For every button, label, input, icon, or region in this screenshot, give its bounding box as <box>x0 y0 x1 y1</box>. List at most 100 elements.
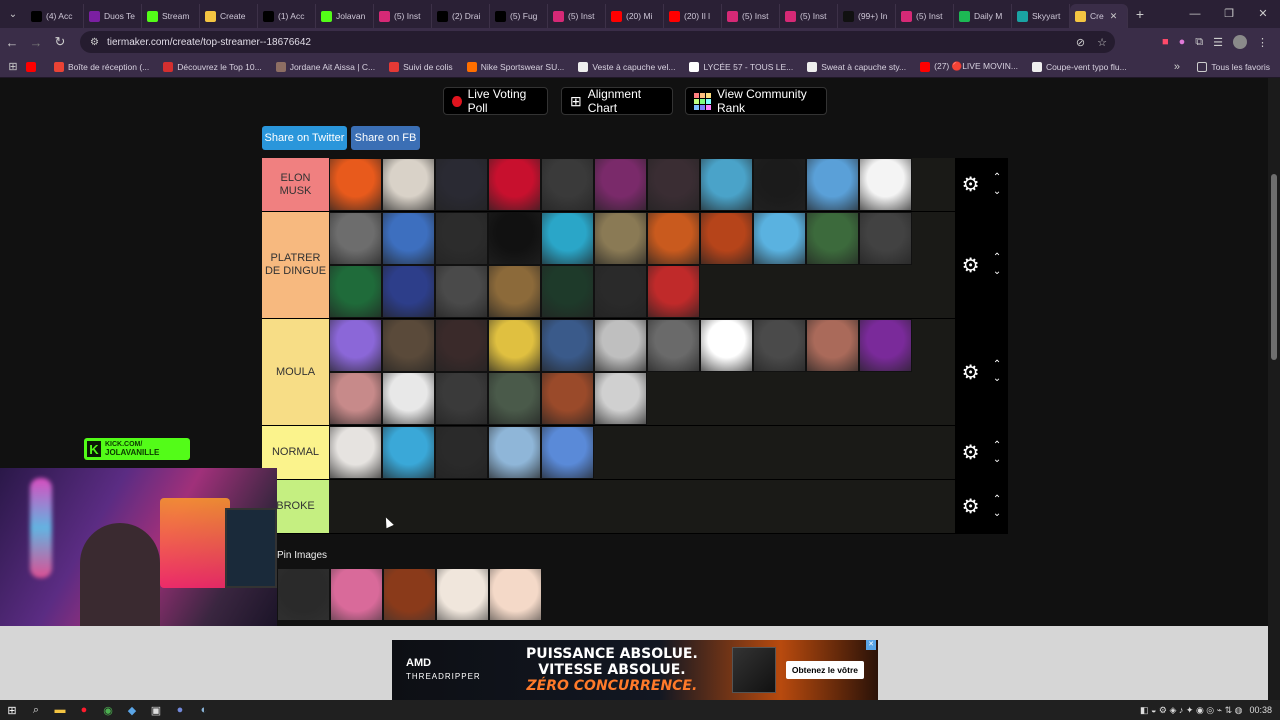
extensions-puzzle-icon[interactable]: ⧉ <box>1195 36 1203 49</box>
browser-tab[interactable]: (20) Mi <box>606 4 664 28</box>
tier-item-image[interactable] <box>329 372 382 425</box>
tab-close-icon[interactable]: ✕ <box>1110 11 1118 22</box>
browser-tab[interactable]: Duos Te <box>84 4 142 28</box>
new-tab-button[interactable]: + <box>1128 6 1152 22</box>
maximize-icon[interactable]: ❐ <box>1212 0 1246 28</box>
tier-item-image[interactable] <box>647 158 700 211</box>
forward-icon[interactable]: → <box>24 35 48 50</box>
bookmark-item[interactable]: Jordane Ait Aissa | C... <box>275 61 375 72</box>
tier-item-image[interactable] <box>488 319 541 372</box>
search-icon[interactable]: ⌕ <box>24 704 48 717</box>
browser-tab[interactable]: (5) Inst <box>374 4 432 28</box>
menu-dots-icon[interactable]: ⋮ <box>1257 36 1268 49</box>
close-window-icon[interactable]: ✕ <box>1246 0 1280 28</box>
ad-close-icon[interactable]: ✕ <box>866 640 876 650</box>
tier-item-image[interactable] <box>859 319 912 372</box>
browser-tab[interactable]: (1) Acc <box>258 4 316 28</box>
extension-red-icon[interactable]: ■ <box>1162 36 1169 48</box>
tier-item-image[interactable] <box>700 319 753 372</box>
tier-item-image[interactable] <box>382 426 435 479</box>
bookmarks-overflow-icon[interactable]: » <box>1174 61 1180 73</box>
tier-label[interactable]: MOULA <box>262 319 329 425</box>
profile-avatar[interactable] <box>1233 35 1247 49</box>
tier-item-image[interactable] <box>488 158 541 211</box>
live-voting-button[interactable]: Live Voting Poll <box>443 87 548 115</box>
bookmark-item[interactable] <box>26 61 40 72</box>
move-down-icon[interactable]: ⌄ <box>993 372 1001 386</box>
share-fb-button[interactable]: Share on FB <box>351 126 420 150</box>
tier-item-image[interactable] <box>700 212 753 265</box>
browser-tab[interactable]: Jolavan <box>316 4 374 28</box>
tier-item-image[interactable] <box>541 158 594 211</box>
terminal-icon[interactable]: ▣ <box>144 704 168 717</box>
pin-image[interactable] <box>436 568 489 621</box>
tier-item-image[interactable] <box>859 212 912 265</box>
amd-advertisement[interactable]: AMD THREADRIPPER PUISSANCE ABSOLUE. VITE… <box>392 640 878 700</box>
site-info-icon[interactable]: ⚙ <box>90 37 99 48</box>
move-down-icon[interactable]: ⌄ <box>993 453 1001 467</box>
browser-tab[interactable]: (5) Inst <box>548 4 606 28</box>
back-icon[interactable]: ← <box>0 35 24 50</box>
tray-icons[interactable]: ◧ ◒ ⚙ ◈ ♪ ✦ ◉ ◎ ⌁ ⇅ ◍ <box>1140 705 1243 716</box>
tier-item-image[interactable] <box>541 319 594 372</box>
tier-item-image[interactable] <box>753 212 806 265</box>
bookmark-star-icon[interactable]: ☆ <box>1097 36 1107 49</box>
tier-item-image[interactable] <box>435 265 488 318</box>
tier-item-image[interactable] <box>541 265 594 318</box>
tier-item-image[interactable] <box>594 372 647 425</box>
tab-search-icon[interactable]: ⌄ <box>0 0 26 28</box>
bookmark-item[interactable]: LYCÉE 57 - TOUS LE... <box>689 61 793 72</box>
tier-item-image[interactable] <box>329 158 382 211</box>
tier-item-image[interactable] <box>594 265 647 318</box>
opera-icon[interactable]: ● <box>72 704 96 716</box>
clock[interactable]: 00:38 <box>1249 705 1272 715</box>
tier-item-image[interactable] <box>435 426 488 479</box>
tier-item-image[interactable] <box>541 426 594 479</box>
steam-icon[interactable]: ◐ <box>192 704 216 716</box>
move-up-icon[interactable]: ⌃ <box>993 493 1001 507</box>
tier-item-image[interactable] <box>753 158 806 211</box>
gear-icon[interactable]: ⚙ <box>962 253 980 278</box>
browser-tab[interactable]: Daily M <box>954 4 1012 28</box>
move-up-icon[interactable]: ⌃ <box>993 439 1001 453</box>
url-input[interactable]: ⚙ tiermaker.com/create/top-streamer--186… <box>80 31 1115 53</box>
tier-item-image[interactable] <box>329 319 382 372</box>
tier-label[interactable]: PLATRER DE DINGUE <box>262 212 329 318</box>
tier-items-dropzone[interactable] <box>329 426 1008 479</box>
move-up-icon[interactable]: ⌃ <box>993 358 1001 372</box>
gear-icon[interactable]: ⚙ <box>962 360 980 385</box>
windows-start-icon[interactable]: ⊞ <box>0 704 24 717</box>
tier-item-image[interactable] <box>488 372 541 425</box>
browser-tab[interactable]: Cre ✕ <box>1070 4 1128 28</box>
tier-item-image[interactable] <box>541 212 594 265</box>
tier-item-image[interactable] <box>382 319 435 372</box>
move-down-icon[interactable]: ⌄ <box>993 265 1001 279</box>
tier-item-image[interactable] <box>806 319 859 372</box>
browser-tab[interactable]: (2) Drai <box>432 4 490 28</box>
tier-item-image[interactable] <box>700 158 753 211</box>
tier-item-image[interactable] <box>329 265 382 318</box>
pin-image[interactable] <box>489 568 542 621</box>
move-down-icon[interactable]: ⌄ <box>993 507 1001 521</box>
browser-tab[interactable]: (5) Fug <box>490 4 548 28</box>
reading-list-icon[interactable]: ☰ <box>1213 36 1223 49</box>
tier-item-image[interactable] <box>488 265 541 318</box>
browser-tab[interactable]: (5) Inst <box>780 4 838 28</box>
pin-image[interactable] <box>330 568 383 621</box>
tier-item-image[interactable] <box>329 212 382 265</box>
bookmark-item[interactable]: Veste à capuche vel... <box>578 61 675 72</box>
gear-icon[interactable]: ⚙ <box>962 440 980 465</box>
ad-cta-button[interactable]: Obtenez le vôtre <box>785 661 864 679</box>
tier-item-image[interactable] <box>594 212 647 265</box>
browser-tab[interactable]: (5) Inst <box>896 4 954 28</box>
pin-image[interactable] <box>277 568 330 621</box>
tier-item-image[interactable] <box>488 212 541 265</box>
tier-item-image[interactable] <box>647 319 700 372</box>
tier-item-image[interactable] <box>435 319 488 372</box>
tier-items-dropzone[interactable] <box>329 158 1008 211</box>
extension-pink-icon[interactable]: ● <box>1179 36 1186 48</box>
discord-icon[interactable]: ● <box>168 704 192 716</box>
bookmark-item[interactable]: Découvrez le Top 10... <box>163 61 262 72</box>
tier-item-image[interactable] <box>329 426 382 479</box>
tier-items-dropzone[interactable] <box>329 212 1008 318</box>
